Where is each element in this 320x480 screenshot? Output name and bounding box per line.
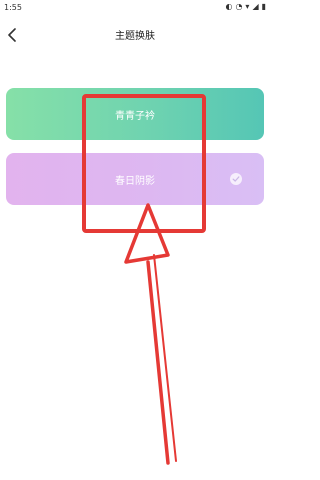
arrow-head: [124, 203, 170, 264]
arrow-shaft: [146, 260, 170, 465]
alarm-icon: ◔: [235, 2, 243, 11]
battery-icon: ▮: [261, 2, 266, 11]
vibrate-icon: ◐: [225, 2, 233, 11]
status-bar: 1:55 ◐ ◔ ▾ ◢ ▮: [0, 0, 270, 16]
status-time: 1:55: [4, 3, 22, 12]
status-icons: ◐ ◔ ▾ ◢ ▮: [225, 3, 266, 11]
arrow-shaft-outline: [153, 254, 177, 462]
page-title: 主题换肤: [115, 31, 155, 42]
theme-card-green[interactable]: 青青子衿: [6, 88, 264, 140]
wifi-icon: ▾: [245, 2, 250, 11]
check-icon: [230, 173, 242, 185]
header: 主题换肤: [0, 18, 270, 52]
theme-card-purple[interactable]: 春日阴影: [6, 153, 264, 205]
signal-icon: ◢: [252, 2, 259, 11]
theme-label: 青青子衿: [115, 110, 155, 122]
annotation-overlay: [82, 94, 206, 465]
theme-label: 春日阴影: [115, 175, 155, 187]
